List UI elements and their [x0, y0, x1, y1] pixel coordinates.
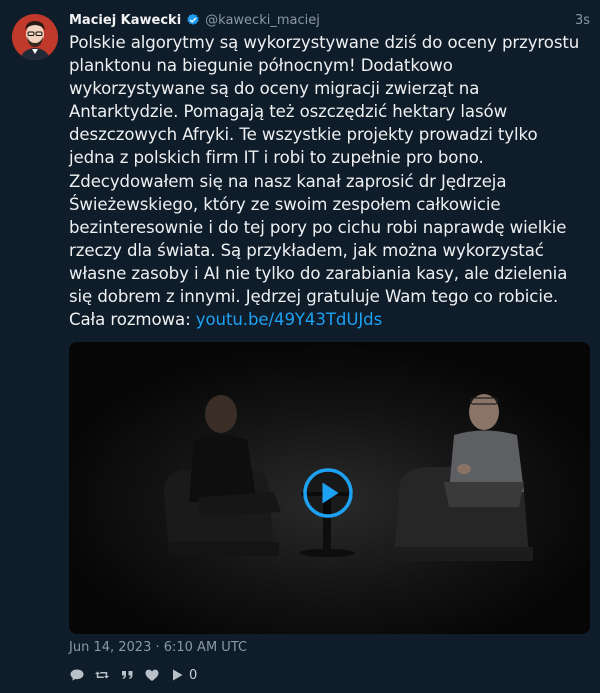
play-count[interactable]: 0: [169, 667, 197, 683]
play-button[interactable]: [303, 468, 353, 518]
tweet-card: Maciej Kawecki @kawecki_maciej 3s Polski…: [0, 0, 600, 693]
video-player[interactable]: [69, 342, 590, 634]
retweet-button[interactable]: [94, 667, 110, 683]
comment-icon: [70, 669, 84, 681]
heart-icon: [145, 669, 159, 681]
link-prefix: Cała rozmowa:: [69, 310, 196, 330]
tweet-text-line: Zdecydowałem się na nasz kanał zaprosić …: [69, 171, 507, 191]
tweet-text-line: Świeżewskiego, który ze swoim zespołem c…: [69, 194, 501, 214]
tweet-text-line: planktonu na biegunie północnym! Dodatko…: [69, 56, 453, 76]
verified-icon: [186, 13, 200, 27]
author-username[interactable]: @kawecki_maciej: [205, 13, 320, 28]
author-display-name[interactable]: Maciej Kawecki: [69, 13, 181, 28]
tweet-link-line: Cała rozmowa: youtu.be/49Y43TdUJds: [69, 308, 589, 331]
play-count-value: 0: [189, 667, 198, 683]
tweet-text-line: bezinteresownie i do tej pory po cichu r…: [69, 217, 567, 237]
tweet-text-line: się dobrem z innymi. Jędrzej gratuluje W…: [69, 287, 559, 307]
tweet-text-line: własne zasoby i AI nie tylko do zarabian…: [69, 263, 568, 283]
tweet-text: Polskie algorytmy są wykorzystywane dziś…: [69, 31, 589, 331]
retweet-icon: [95, 671, 109, 679]
tweet-text-line: Polskie algorytmy są wykorzystywane dziś…: [69, 33, 580, 52]
reply-button[interactable]: [69, 667, 85, 683]
tweet-text-line: jedna z polskich firm IT i robi to zupeł…: [69, 148, 484, 168]
quote-icon: [122, 671, 133, 679]
tweet-text-line: Antarktydzie. Pomagają też oszczędzić he…: [69, 102, 508, 122]
tweet-date[interactable]: Jun 14, 2023 · 6:10 AM UTC: [69, 640, 247, 655]
avatar[interactable]: [12, 14, 58, 60]
avatar-image: [12, 14, 58, 60]
tweet-actions: 0: [69, 664, 206, 686]
youtube-link[interactable]: youtu.be/49Y43TdUJds: [196, 310, 382, 329]
tweet-text-line: wykorzystywane są do oceny migracji zwie…: [69, 79, 480, 99]
play-count-icon: [173, 669, 183, 681]
tweet-text-line: deszczowych Afryki. Te wszystkie projekt…: [69, 125, 538, 145]
tweet-time-ago[interactable]: 3s: [575, 13, 590, 28]
like-button[interactable]: [144, 667, 160, 683]
tweet-text-line: rzeczy dla świata. Są przykładem, jak mo…: [69, 240, 544, 260]
tweet-header: Maciej Kawecki @kawecki_maciej 3s: [69, 10, 590, 30]
play-icon: [303, 468, 353, 518]
quote-button[interactable]: [119, 667, 135, 683]
